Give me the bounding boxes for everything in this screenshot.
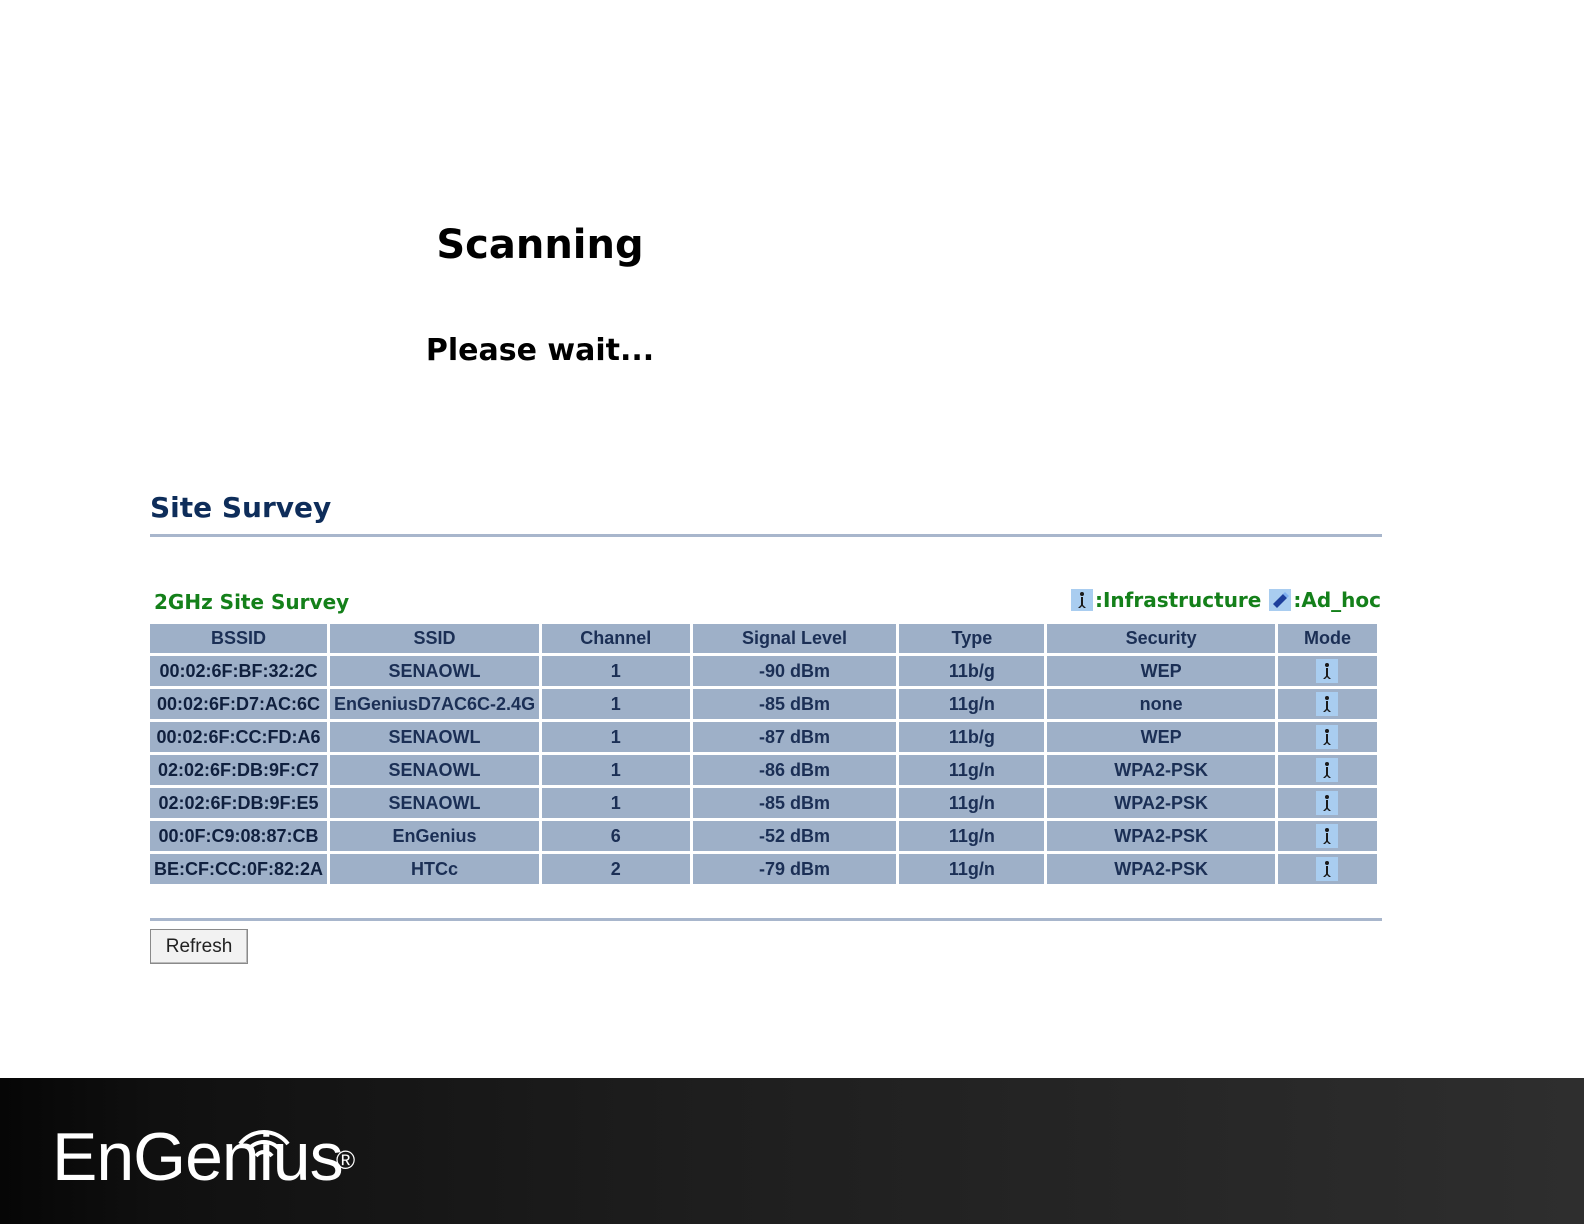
cell-bssid: 02:02:6F:DB:9F:C7: [150, 755, 328, 785]
cell-mode: [1277, 854, 1377, 884]
cell-mode: [1277, 755, 1377, 785]
cell-type: 11b/g: [899, 722, 1045, 752]
table-row[interactable]: 00:0F:C9:08:87:CB EnGenius 6 -52 dBm 11g…: [150, 821, 1377, 851]
cell-security: WEP: [1047, 656, 1275, 686]
cell-ssid: SENAOWL: [330, 788, 540, 818]
cell-ssid: SENAOWL: [330, 755, 540, 785]
mode-legend: :Infrastructure :Ad_hoc: [1070, 588, 1381, 612]
column-header-type: Type: [899, 624, 1045, 653]
cell-ssid: SENAOWL: [330, 656, 540, 686]
column-header-security: Security: [1047, 624, 1275, 653]
cell-security: WEP: [1047, 722, 1275, 752]
cell-security: WPA2-PSK: [1047, 788, 1275, 818]
table-row[interactable]: 00:02:6F:BF:32:2C SENAOWL 1 -90 dBm 11b/…: [150, 656, 1377, 686]
cell-channel: 2: [542, 854, 690, 884]
column-header-channel: Channel: [542, 624, 690, 653]
cell-ssid: SENAOWL: [330, 722, 540, 752]
table-row[interactable]: 02:02:6F:DB:9F:E5 SENAOWL 1 -85 dBm 11g/…: [150, 788, 1377, 818]
cell-mode: [1277, 821, 1377, 851]
table-row[interactable]: BE:CF:CC:0F:82:2A HTCc 2 -79 dBm 11g/n W…: [150, 854, 1377, 884]
infrastructure-icon: [1316, 725, 1339, 749]
cell-channel: 1: [542, 788, 690, 818]
engenius-logo: EnGenius: [52, 1119, 344, 1195]
registered-mark: ®: [336, 1145, 356, 1175]
adhoc-icon: [1269, 589, 1292, 611]
cell-type: 11g/n: [899, 755, 1045, 785]
band-title: 2GHz Site Survey: [154, 590, 350, 614]
cell-signal-level: -85 dBm: [692, 788, 897, 818]
column-header-ssid: SSID: [330, 624, 540, 653]
cell-security: WPA2-PSK: [1047, 854, 1275, 884]
cell-bssid: BE:CF:CC:0F:82:2A: [150, 854, 328, 884]
cell-ssid: EnGenius: [330, 821, 540, 851]
cell-ssid: EnGeniusD7AC6C-2.4G: [330, 689, 540, 719]
cell-security: WPA2-PSK: [1047, 755, 1275, 785]
cell-channel: 1: [542, 722, 690, 752]
infrastructure-icon: [1316, 692, 1339, 716]
infrastructure-icon: [1316, 857, 1339, 881]
cell-mode: [1277, 788, 1377, 818]
infrastructure-legend-label: :Infrastructure: [1094, 588, 1262, 612]
adhoc-legend-label: :Ad_hoc: [1293, 588, 1381, 612]
column-header-signal-level: Signal Level: [692, 624, 897, 653]
site-survey-table: BSSID SSID Channel Signal Level Type Sec…: [147, 621, 1380, 887]
cell-mode: [1277, 722, 1377, 752]
cell-bssid: 02:02:6F:DB:9F:E5: [150, 788, 328, 818]
table-row[interactable]: 02:02:6F:DB:9F:C7 SENAOWL 1 -86 dBm 11g/…: [150, 755, 1377, 785]
cell-bssid: 00:0F:C9:08:87:CB: [150, 821, 328, 851]
cell-ssid: HTCc: [330, 854, 540, 884]
cell-type: 11g/n: [899, 821, 1045, 851]
column-header-mode: Mode: [1277, 624, 1377, 653]
cell-signal-level: -86 dBm: [692, 755, 897, 785]
table-header-row: BSSID SSID Channel Signal Level Type Sec…: [150, 624, 1377, 653]
cell-channel: 1: [542, 689, 690, 719]
infrastructure-icon: [1316, 791, 1339, 815]
cell-type: 11g/n: [899, 788, 1045, 818]
top-divider: [150, 534, 1382, 537]
scanning-subtitle: Please wait...: [425, 333, 655, 368]
cell-channel: 1: [542, 656, 690, 686]
cell-signal-level: -85 dBm: [692, 689, 897, 719]
cell-bssid: 00:02:6F:D7:AC:6C: [150, 689, 328, 719]
cell-channel: 6: [542, 821, 690, 851]
cell-channel: 1: [542, 755, 690, 785]
infrastructure-icon: [1316, 758, 1339, 782]
infrastructure-icon: [1070, 589, 1093, 611]
cell-bssid: 00:02:6F:CC:FD:A6: [150, 722, 328, 752]
infrastructure-icon: [1316, 659, 1339, 683]
table-row[interactable]: 00:02:6F:CC:FD:A6 SENAOWL 1 -87 dBm 11b/…: [150, 722, 1377, 752]
bottom-divider: [150, 918, 1382, 921]
cell-signal-level: -79 dBm: [692, 854, 897, 884]
cell-type: 11g/n: [899, 854, 1045, 884]
cell-security: WPA2-PSK: [1047, 821, 1275, 851]
cell-mode: [1277, 656, 1377, 686]
cell-bssid: 00:02:6F:BF:32:2C: [150, 656, 328, 686]
cell-type: 11b/g: [899, 656, 1045, 686]
scanning-title: Scanning: [436, 222, 644, 268]
wifi-icon: [238, 1130, 290, 1158]
cell-signal-level: -90 dBm: [692, 656, 897, 686]
table-row[interactable]: 00:02:6F:D7:AC:6C EnGeniusD7AC6C-2.4G 1 …: [150, 689, 1377, 719]
infrastructure-icon: [1316, 824, 1339, 848]
cell-mode: [1277, 689, 1377, 719]
cell-type: 11g/n: [899, 689, 1045, 719]
column-header-bssid: BSSID: [150, 624, 328, 653]
cell-signal-level: -87 dBm: [692, 722, 897, 752]
refresh-button[interactable]: Refresh: [150, 929, 248, 964]
cell-security: none: [1047, 689, 1275, 719]
cell-signal-level: -52 dBm: [692, 821, 897, 851]
site-survey-title: Site Survey: [150, 491, 332, 524]
